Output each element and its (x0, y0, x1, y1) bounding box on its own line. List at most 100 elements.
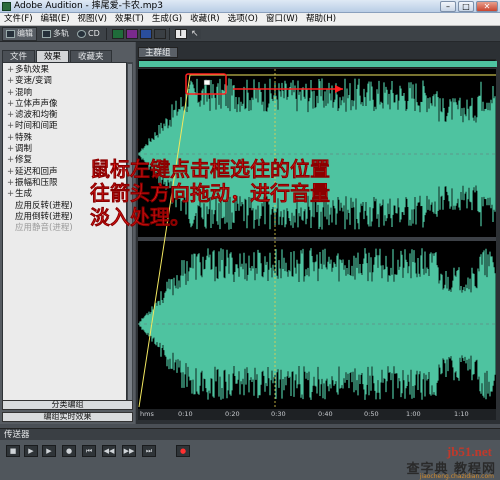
text-cursor-tool-icon[interactable]: I (174, 28, 187, 39)
effects-scrollbar[interactable] (127, 62, 133, 410)
waveform-display-icon[interactable] (111, 28, 124, 39)
play-button[interactable]: ▶ (24, 445, 38, 457)
stop-button[interactable]: ■ (6, 445, 20, 457)
effect-category-label: 特殊 (15, 132, 33, 143)
play-loop-button[interactable]: ▶ (42, 445, 56, 457)
menu-file[interactable]: 文件(F) (0, 13, 37, 25)
effect-category-label: 多轨效果 (15, 65, 50, 75)
effect-category-label: 立体声声像 (15, 98, 58, 109)
fade-handle (203, 79, 211, 86)
cd-view-button[interactable]: CD (74, 27, 103, 41)
waveform-editor: 主群组 hms 0:10 0:20 0:30 0:40 0:50 1:00 1:10 (136, 42, 500, 424)
spectral-pitch-icon[interactable] (139, 28, 152, 39)
watermark: jb51.net 查字典 教程网 jiaocheng.chazidian.com (370, 444, 500, 480)
effect-category-label: 振幅和压限 (15, 177, 58, 188)
tab-effects[interactable]: 效果 (36, 50, 70, 62)
expand-icon[interactable]: + (7, 110, 15, 121)
group-by-category-button[interactable]: 分类编组 (2, 400, 133, 410)
effect-category-label: 调制 (15, 144, 33, 155)
menu-favorites[interactable]: 收藏(R) (186, 13, 224, 25)
group-realtime-effects-button[interactable]: 编组实时效果 (2, 412, 133, 422)
toolbar-divider (168, 27, 170, 40)
effect-category-label: 混响 (15, 87, 33, 98)
effect-category-label: 应用倒转(进程) (15, 211, 73, 222)
instruction-line: 鼠标左键点击框选住的位置 (90, 157, 330, 181)
effect-category-item[interactable]: +多轨效果 (3, 65, 126, 76)
overview-range[interactable] (139, 61, 497, 67)
transport-panel-header: 传送器 (0, 428, 500, 440)
expand-icon[interactable]: + (7, 144, 15, 155)
ruler-tick-label: hms (140, 410, 154, 418)
waveform-canvas[interactable] (138, 69, 496, 409)
menu-options[interactable]: 选项(O) (224, 13, 262, 25)
expand-icon[interactable]: + (7, 121, 15, 132)
effect-category-label: 应用反转(进程) (15, 200, 73, 211)
effect-category-label: 滤波和均衡 (15, 110, 58, 121)
effect-category-item[interactable]: +立体声声像 (3, 99, 126, 110)
effect-category-item[interactable]: +特殊 (3, 133, 126, 144)
effect-category-item[interactable]: +调制 (3, 144, 126, 155)
expand-icon[interactable]: + (7, 133, 15, 144)
effects-list: +多轨效果 +变速/变调 +混响 +立体声声像 +滤波和均衡 +时间和间距 +特殊 +调制 +修… (2, 62, 127, 410)
go-to-end-button[interactable]: ⏭ (142, 445, 156, 457)
main-group-tab[interactable]: 主群组 (138, 47, 178, 58)
effect-category-label: 修复 (15, 155, 33, 166)
effect-category-item[interactable]: +时间和间距 (3, 121, 126, 132)
pause-button[interactable]: ● (62, 445, 76, 457)
rewind-button[interactable]: ◀◀ (102, 445, 116, 457)
expand-icon[interactable]: + (7, 76, 15, 87)
expand-icon[interactable]: + (7, 167, 15, 178)
expand-icon[interactable]: + (7, 88, 15, 99)
expand-icon[interactable]: + (7, 99, 15, 110)
effects-panel: 文件 效果 收藏夹 +多轨效果 +变速/变调 +混响 +立体声声像 +滤波和均衡 +时间和… (0, 42, 135, 424)
expand-icon[interactable]: + (7, 189, 15, 200)
ruler-tick-label: 0:20 (225, 410, 240, 418)
menu-window[interactable]: 窗口(W) (262, 13, 302, 25)
watermark-site: jiaocheng.chazidian.com (419, 473, 494, 480)
effect-category-label: 生成 (15, 189, 33, 200)
multitrack-view-label: 多轨 (53, 29, 69, 38)
expand-icon[interactable]: + (7, 178, 15, 189)
spectral-display-icon[interactable] (125, 28, 138, 39)
audition-app-icon (2, 2, 11, 11)
edit-view-label: 编辑 (17, 29, 33, 38)
effect-category-label: 变速/变调 (15, 76, 52, 87)
effect-category-label: 应用静音(进程) (15, 223, 73, 234)
menu-help[interactable]: 帮助(H) (302, 13, 340, 25)
overview-bar[interactable] (138, 59, 497, 68)
menu-edit[interactable]: 编辑(E) (37, 13, 74, 25)
instruction-line: 淡入处理。 (90, 205, 190, 229)
time-ruler[interactable]: hms 0:10 0:20 0:30 0:40 0:50 1:00 1:10 (138, 409, 496, 420)
waveform-display[interactable] (138, 69, 496, 409)
record-button[interactable]: ● (176, 445, 190, 457)
effect-category-item[interactable]: +变速/变调 (3, 76, 126, 87)
selection-tool-icon[interactable]: ↖ (188, 28, 201, 39)
edit-view-button[interactable]: 编辑 (2, 26, 37, 41)
window-title: Adobe Audition - 摔尾爱-卡农.mp3 (14, 1, 163, 11)
cd-view-label: CD (88, 29, 100, 38)
close-button[interactable]: ✕ (476, 1, 498, 12)
pan-display-icon[interactable] (153, 28, 166, 39)
effect-category-item[interactable]: +滤波和均衡 (3, 110, 126, 121)
ruler-tick-label: 0:30 (271, 410, 286, 418)
effect-category-label: 时间和间距 (15, 121, 58, 132)
expand-icon[interactable]: + (7, 65, 15, 76)
minimize-button[interactable]: – (440, 1, 456, 12)
multitrack-view-button[interactable]: 多轨 (39, 27, 72, 41)
waveform-icon (6, 29, 15, 38)
fast-forward-button[interactable]: ▶▶ (122, 445, 136, 457)
go-to-start-button[interactable]: ⏮ (82, 445, 96, 457)
tab-favorites[interactable]: 收藏夹 (70, 50, 112, 62)
ruler-tick-label: 1:00 (406, 410, 421, 418)
toolbar-divider (105, 27, 107, 40)
maximize-button[interactable]: □ (458, 1, 474, 12)
effect-category-item[interactable]: +混响 (3, 88, 126, 99)
menu-effects[interactable]: 效果(T) (111, 13, 148, 25)
menu-bar: 文件(F) 编辑(E) 视图(V) 效果(T) 生成(G) 收藏(R) 选项(O… (0, 13, 500, 26)
scrollbar-thumb[interactable] (128, 64, 132, 404)
menu-generate[interactable]: 生成(G) (148, 13, 186, 25)
ruler-tick-label: 0:40 (318, 410, 333, 418)
tab-files[interactable]: 文件 (2, 50, 36, 62)
expand-icon[interactable]: + (7, 155, 15, 166)
menu-view[interactable]: 视图(V) (74, 13, 111, 25)
